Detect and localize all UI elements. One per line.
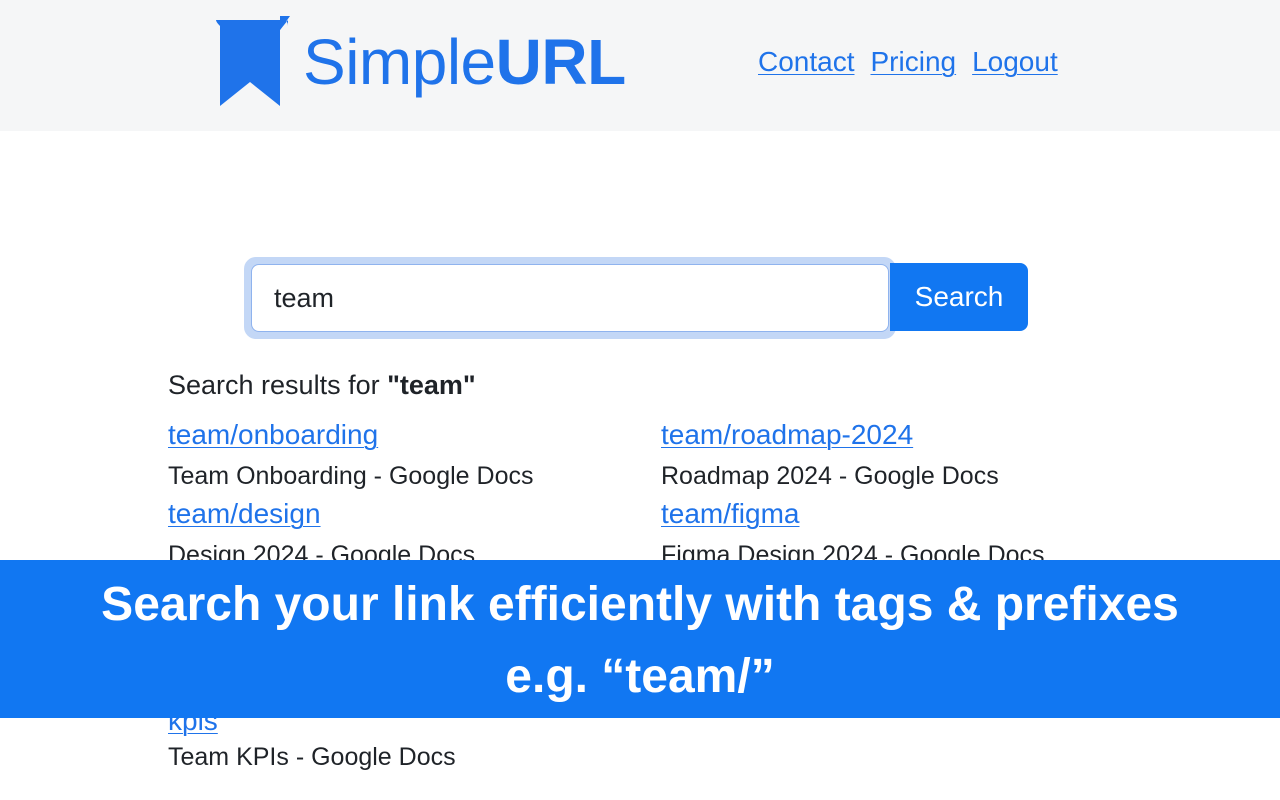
logo-text-regular: Simple xyxy=(303,26,496,98)
nav-link-pricing[interactable]: Pricing xyxy=(871,44,957,80)
nav-link-contact[interactable]: Contact xyxy=(758,44,855,80)
banner-headline: Search your link efficiently with tags &… xyxy=(101,578,1179,631)
search-form: Search xyxy=(244,257,1028,339)
top-header: SimpleURL Contact Pricing Logout xyxy=(0,0,1280,131)
result-link-team-roadmap-2024[interactable]: team/roadmap-2024 xyxy=(661,418,913,452)
result-link-team-onboarding[interactable]: team/onboarding xyxy=(168,418,378,452)
logo-wordmark[interactable]: SimpleURL xyxy=(303,26,626,98)
search-input[interactable] xyxy=(272,275,856,321)
search-button[interactable]: Search xyxy=(890,263,1028,331)
banner-example: e.g. “team/” xyxy=(505,650,775,703)
search-input-focus-ring xyxy=(244,257,896,339)
result-title: Team Onboarding - Google Docs xyxy=(168,462,534,490)
promo-banner: Search your link efficiently with tags &… xyxy=(0,560,1280,718)
result-link-team-design[interactable]: team/design xyxy=(168,497,321,531)
result-link-team-figma[interactable]: team/figma xyxy=(661,497,800,531)
results-heading: Search results for "team" xyxy=(168,368,476,402)
result-title: Team KPIs - Google Docs xyxy=(168,743,456,771)
results-heading-query: "team" xyxy=(387,370,476,400)
result-title: Roadmap 2024 - Google Docs xyxy=(661,462,999,490)
search-input-box xyxy=(251,264,889,332)
results-heading-prefix: Search results for xyxy=(168,370,388,400)
logo-text-bold: URL xyxy=(495,26,627,98)
nav-link-logout[interactable]: Logout xyxy=(972,44,1058,80)
page: SimpleURL Contact Pricing Logout Search … xyxy=(0,0,1280,800)
top-nav: Contact Pricing Logout xyxy=(758,44,1058,80)
bookmark-icon xyxy=(216,16,290,106)
